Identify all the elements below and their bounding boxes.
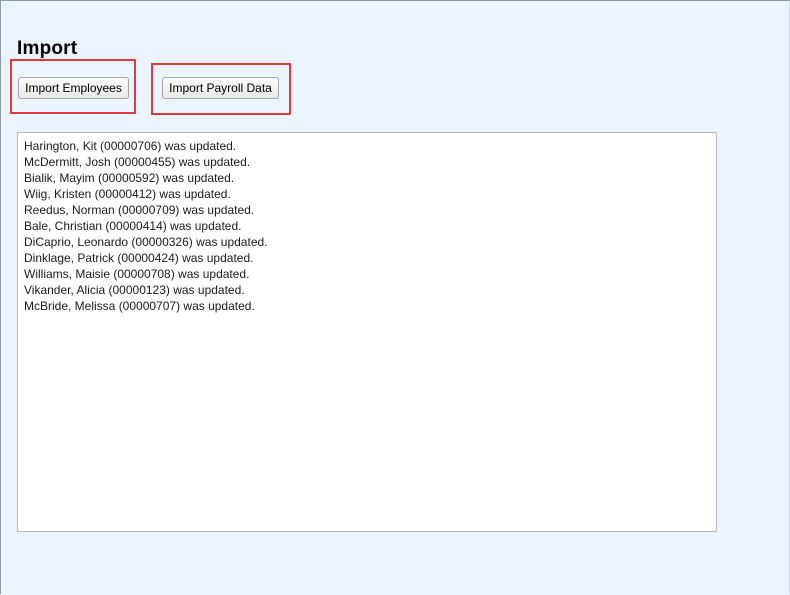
- log-line: Wiig, Kristen (00000412) was updated.: [24, 187, 231, 201]
- log-line: DiCaprio, Leonardo (00000326) was update…: [24, 235, 268, 249]
- log-line: Harington, Kit (00000706) was updated.: [24, 139, 237, 153]
- log-line: Reedus, Norman (00000709) was updated.: [24, 203, 255, 217]
- import-payroll-data-button[interactable]: Import Payroll Data: [162, 77, 279, 99]
- log-line: Bialik, Mayim (00000592) was updated.: [24, 171, 235, 185]
- import-employees-button[interactable]: Import Employees: [18, 77, 129, 99]
- log-line: Dinklage, Patrick (00000424) was updated…: [24, 251, 254, 265]
- log-line: Bale, Christian (00000414) was updated.: [24, 219, 242, 233]
- log-line: Williams, Maisie (00000708) was updated.: [24, 267, 250, 281]
- import-log-textarea[interactable]: Harington, Kit (00000706) was updated. M…: [17, 132, 717, 532]
- log-line: McDermitt, Josh (00000455) was updated.: [24, 155, 251, 169]
- page-title: Import: [17, 38, 78, 59]
- log-line: Vikander, Alicia (00000123) was updated.: [24, 283, 245, 297]
- log-line: McBride, Melissa (00000707) was updated.: [24, 299, 255, 313]
